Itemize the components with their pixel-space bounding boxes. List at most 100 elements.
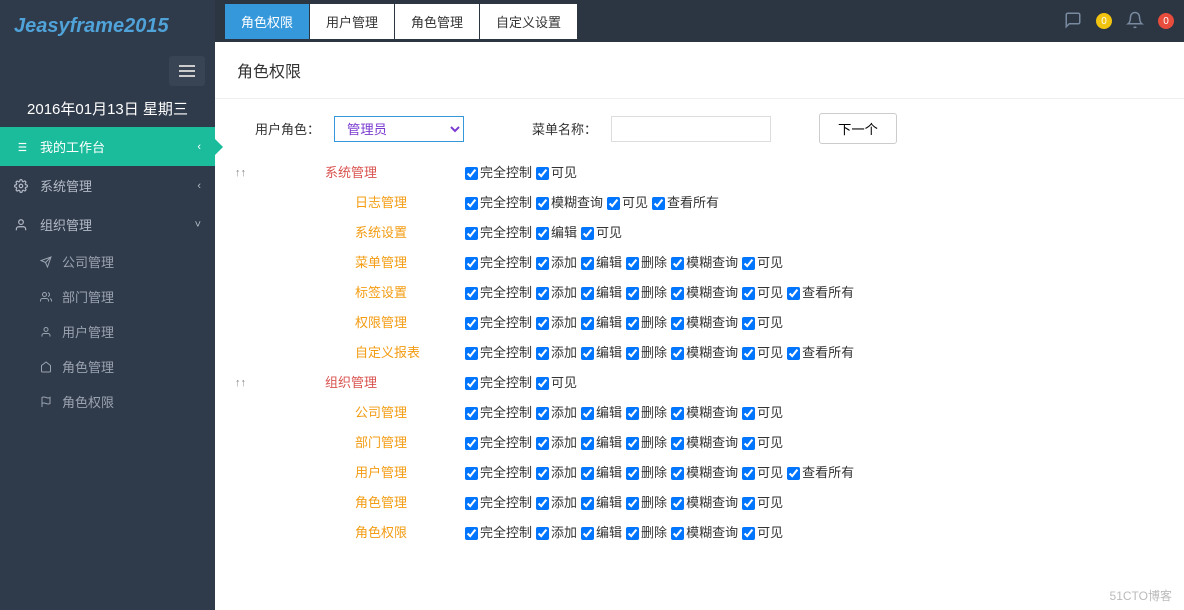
- perm-checkbox[interactable]: [581, 437, 594, 450]
- perm-checkbox[interactable]: [742, 287, 755, 300]
- perm-check[interactable]: 删除: [626, 283, 667, 303]
- perm-checkbox[interactable]: [581, 347, 594, 360]
- perm-check[interactable]: 可见: [742, 253, 783, 273]
- perm-check[interactable]: 模糊查询: [671, 403, 738, 423]
- perm-check[interactable]: 编辑: [581, 433, 622, 453]
- perm-checkbox[interactable]: [536, 377, 549, 390]
- perm-checkbox[interactable]: [581, 497, 594, 510]
- perm-checkbox[interactable]: [536, 467, 549, 480]
- perm-checkbox[interactable]: [626, 437, 639, 450]
- perm-checkbox[interactable]: [671, 467, 684, 480]
- perm-checkbox[interactable]: [536, 257, 549, 270]
- sidebar-toggle[interactable]: [169, 56, 205, 86]
- perm-check[interactable]: 模糊查询: [671, 493, 738, 513]
- perm-check[interactable]: 完全控制: [465, 403, 532, 423]
- perm-check[interactable]: 添加: [536, 313, 577, 333]
- perm-checkbox[interactable]: [626, 317, 639, 330]
- perm-checkbox[interactable]: [465, 257, 478, 270]
- perm-checkbox[interactable]: [465, 287, 478, 300]
- perm-checkbox[interactable]: [742, 497, 755, 510]
- perm-checkbox[interactable]: [626, 287, 639, 300]
- perm-checkbox[interactable]: [465, 407, 478, 420]
- perm-check[interactable]: 编辑: [581, 493, 622, 513]
- perm-check[interactable]: 完全控制: [465, 433, 532, 453]
- perm-checkbox[interactable]: [742, 317, 755, 330]
- tab-3[interactable]: 自定义设置: [480, 4, 577, 39]
- collapse-toggle[interactable]: ↑↑: [235, 163, 265, 183]
- perm-check[interactable]: 模糊查询: [671, 343, 738, 363]
- perm-checkbox[interactable]: [465, 437, 478, 450]
- perm-checkbox[interactable]: [671, 347, 684, 360]
- perm-check[interactable]: 编辑: [581, 523, 622, 543]
- perm-checkbox[interactable]: [536, 437, 549, 450]
- perm-check[interactable]: 删除: [626, 343, 667, 363]
- role-select[interactable]: 管理员: [334, 116, 464, 142]
- perm-check[interactable]: 模糊查询: [671, 463, 738, 483]
- sidebar-item-2[interactable]: 组织管理˅: [0, 205, 215, 244]
- perm-checkbox[interactable]: [787, 467, 800, 480]
- perm-check[interactable]: 完全控制: [465, 313, 532, 333]
- perm-check[interactable]: 完全控制: [465, 253, 532, 273]
- perm-checkbox[interactable]: [536, 317, 549, 330]
- perm-checkbox[interactable]: [787, 347, 800, 360]
- perm-check[interactable]: 添加: [536, 433, 577, 453]
- perm-checkbox[interactable]: [742, 437, 755, 450]
- perm-checkbox[interactable]: [787, 287, 800, 300]
- perm-checkbox[interactable]: [581, 317, 594, 330]
- perm-check[interactable]: 模糊查询: [536, 193, 603, 213]
- perm-checkbox[interactable]: [742, 467, 755, 480]
- perm-check[interactable]: 可见: [742, 343, 783, 363]
- perm-check[interactable]: 完全控制: [465, 163, 532, 183]
- perm-check[interactable]: 删除: [626, 463, 667, 483]
- perm-check[interactable]: 可见: [742, 523, 783, 543]
- perm-check[interactable]: 可见: [536, 163, 577, 183]
- perm-check[interactable]: 可见: [742, 283, 783, 303]
- perm-checkbox[interactable]: [671, 317, 684, 330]
- perm-checkbox[interactable]: [626, 527, 639, 540]
- perm-check[interactable]: 添加: [536, 523, 577, 543]
- perm-check[interactable]: 完全控制: [465, 523, 532, 543]
- perm-check[interactable]: 可见: [581, 223, 622, 243]
- perm-check[interactable]: 添加: [536, 343, 577, 363]
- menu-name-input[interactable]: [611, 116, 771, 142]
- perm-check[interactable]: 查看所有: [787, 283, 854, 303]
- perm-checkbox[interactable]: [671, 257, 684, 270]
- perm-checkbox[interactable]: [671, 437, 684, 450]
- sidebar-subitem-2-4[interactable]: 角色权限: [0, 384, 215, 419]
- tab-0[interactable]: 角色权限: [225, 4, 309, 39]
- perm-check[interactable]: 编辑: [581, 403, 622, 423]
- perm-checkbox[interactable]: [536, 197, 549, 210]
- perm-checkbox[interactable]: [607, 197, 620, 210]
- perm-check[interactable]: 可见: [742, 463, 783, 483]
- perm-check[interactable]: 模糊查询: [671, 523, 738, 543]
- perm-check[interactable]: 编辑: [581, 313, 622, 333]
- perm-check[interactable]: 完全控制: [465, 493, 532, 513]
- perm-checkbox[interactable]: [465, 527, 478, 540]
- perm-checkbox[interactable]: [465, 317, 478, 330]
- perm-check[interactable]: 查看所有: [652, 193, 719, 213]
- perm-checkbox[interactable]: [626, 467, 639, 480]
- perm-check[interactable]: 完全控制: [465, 463, 532, 483]
- perm-check[interactable]: 删除: [626, 433, 667, 453]
- sidebar-subitem-2-1[interactable]: 部门管理: [0, 279, 215, 314]
- perm-check[interactable]: 可见: [607, 193, 648, 213]
- perm-check[interactable]: 删除: [626, 523, 667, 543]
- perm-checkbox[interactable]: [626, 257, 639, 270]
- perm-check[interactable]: 删除: [626, 313, 667, 333]
- perm-checkbox[interactable]: [626, 497, 639, 510]
- perm-checkbox[interactable]: [536, 407, 549, 420]
- perm-check[interactable]: 完全控制: [465, 283, 532, 303]
- perm-check[interactable]: 编辑: [536, 223, 577, 243]
- perm-checkbox[interactable]: [742, 527, 755, 540]
- perm-check[interactable]: 编辑: [581, 463, 622, 483]
- perm-checkbox[interactable]: [536, 227, 549, 240]
- perm-checkbox[interactable]: [465, 167, 478, 180]
- perm-check[interactable]: 添加: [536, 283, 577, 303]
- perm-checkbox[interactable]: [581, 407, 594, 420]
- perm-checkbox[interactable]: [536, 497, 549, 510]
- perm-checkbox[interactable]: [581, 467, 594, 480]
- perm-checkbox[interactable]: [465, 347, 478, 360]
- perm-checkbox[interactable]: [742, 257, 755, 270]
- tab-1[interactable]: 用户管理: [310, 4, 394, 39]
- perm-check[interactable]: 添加: [536, 493, 577, 513]
